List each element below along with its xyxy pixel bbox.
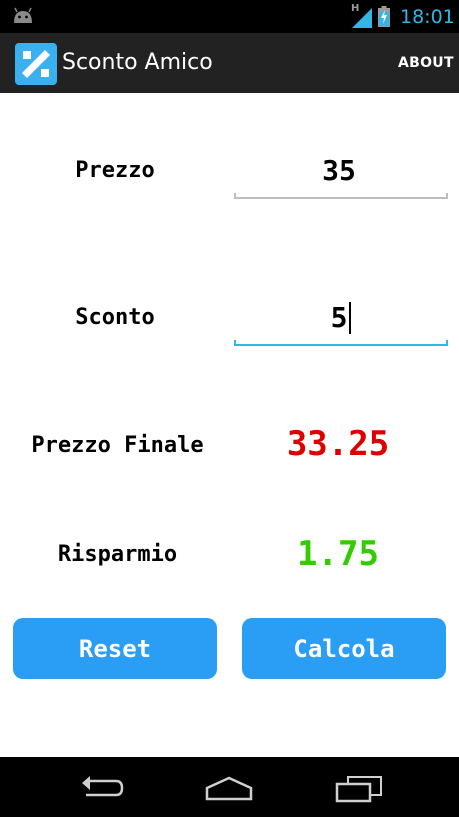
price-underline-right-tick [446, 193, 448, 199]
status-bar: H 18:01 [0, 0, 459, 33]
discount-underline-right-tick [446, 340, 448, 346]
calculate-button[interactable]: Calcola [242, 618, 446, 679]
price-label: Prezzo [75, 158, 155, 183]
price-value: 35 [322, 154, 356, 187]
discount-value: 5 [330, 301, 348, 334]
discount-underline [234, 344, 448, 346]
savings-label: Risparmio [57, 542, 178, 567]
about-button[interactable]: ABOUT [398, 55, 454, 71]
discount-underline-left-tick [234, 340, 236, 346]
clock: 18:01 [400, 6, 455, 28]
savings-value: 1.75 [297, 534, 379, 574]
home-icon[interactable] [204, 775, 254, 801]
navigation-bar [0, 757, 459, 817]
price-underline [234, 197, 448, 199]
recent-apps-icon[interactable] [334, 775, 384, 803]
final-price-value: 33.25 [286, 424, 390, 464]
price-underline-left-tick [234, 193, 236, 199]
reset-button[interactable]: Reset [13, 618, 217, 679]
discount-label: Sconto [75, 305, 155, 330]
android-icon [14, 7, 32, 23]
signal-icon [352, 8, 372, 28]
discount-input[interactable]: 5 [234, 296, 448, 348]
text-cursor [349, 302, 351, 334]
battery-charging-icon [378, 6, 390, 27]
final-price-label: Prezzo Finale [31, 433, 204, 458]
app-icon[interactable] [15, 43, 57, 85]
percent-icon [22, 50, 50, 78]
price-input[interactable]: 35 [234, 150, 448, 202]
action-bar: Sconto Amico ABOUT [0, 33, 459, 93]
app-title: Sconto Amico [62, 50, 213, 75]
back-icon[interactable] [78, 775, 126, 803]
